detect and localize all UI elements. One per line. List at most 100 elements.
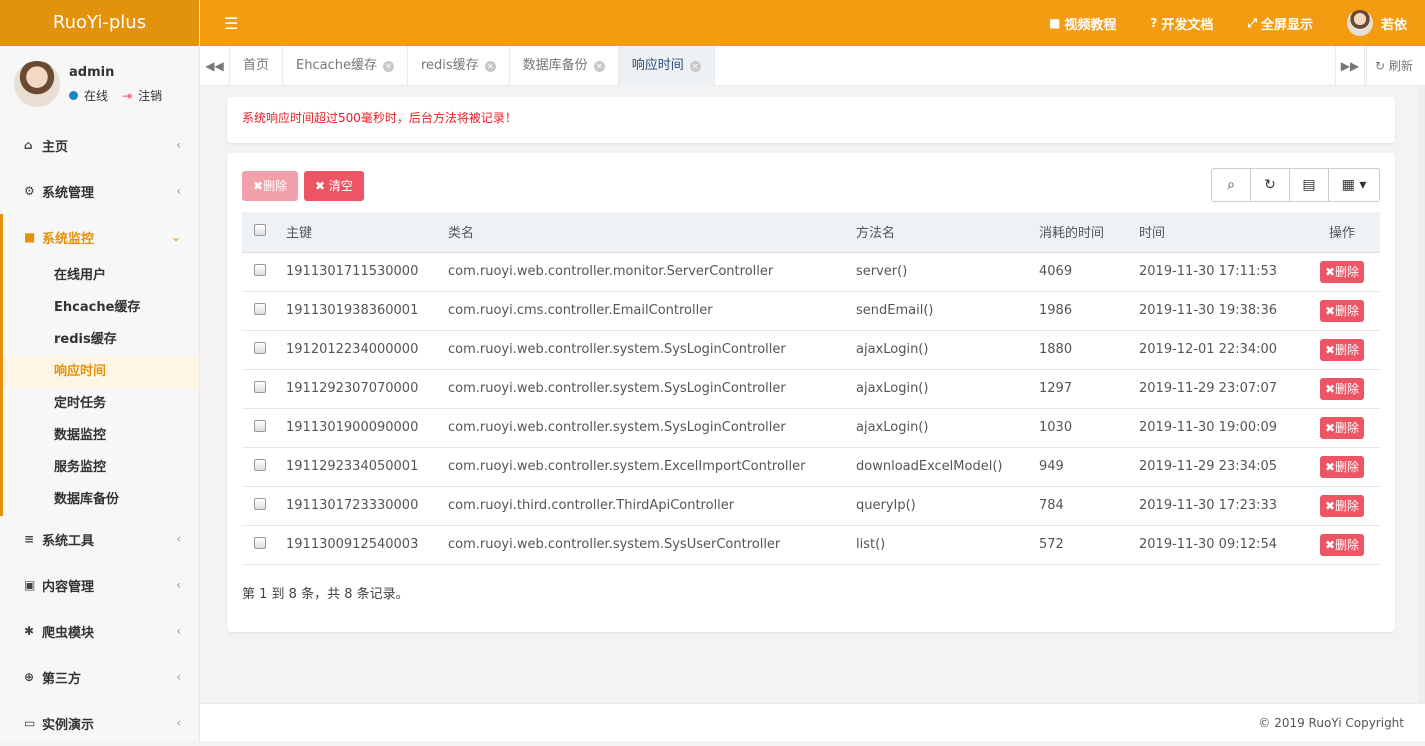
row-checkbox[interactable] bbox=[254, 341, 266, 354]
logout-link[interactable]: 注销 bbox=[138, 87, 162, 104]
table-cell: 2019-11-30 19:38:36 bbox=[1139, 291, 1304, 331]
close-icon[interactable]: ✕ bbox=[484, 60, 496, 72]
submenu-response-time[interactable]: 响应时间 bbox=[3, 356, 199, 388]
tab-redis[interactable]: redis缓存 ✕ bbox=[408, 46, 510, 86]
button-label: 删除 bbox=[1335, 303, 1360, 318]
row-delete-button[interactable]: ✖删除 bbox=[1319, 377, 1365, 400]
row-checkbox[interactable] bbox=[254, 302, 266, 315]
row-delete-button[interactable]: ✖删除 bbox=[1319, 260, 1365, 283]
row-delete-button[interactable]: ✖删除 bbox=[1319, 338, 1365, 361]
row-checkbox[interactable] bbox=[254, 497, 266, 510]
col-header: 操作 bbox=[1304, 212, 1380, 253]
table-row[interactable]: 1911292307070000 com.ruoyi.web.controller… bbox=[242, 369, 1380, 409]
idcard-icon: ▣ bbox=[24, 578, 36, 592]
user-menu[interactable]: 若依 bbox=[1346, 10, 1407, 36]
video-tutorial-link[interactable]: ■ 视频教程 bbox=[1049, 14, 1116, 33]
sidebar-item-thirdparty[interactable]: ⊕ 第三方 ‹ bbox=[0, 654, 199, 700]
row-checkbox[interactable] bbox=[254, 536, 266, 549]
table-cell: 949 bbox=[1039, 447, 1139, 487]
sidebar-item-label: 系统工具 bbox=[42, 533, 95, 549]
submenu-scheduled-tasks[interactable]: 定时任务 bbox=[3, 388, 199, 420]
logout-icon[interactable]: ⇥ bbox=[122, 89, 132, 103]
list-icon[interactable]: ▤ bbox=[1290, 169, 1329, 201]
table-cell: 1912012234000000 bbox=[286, 330, 448, 370]
row-checkbox[interactable] bbox=[254, 263, 266, 276]
row-delete-button[interactable]: ✖删除 bbox=[1319, 299, 1365, 322]
clear-button[interactable]: ✖ 清空 bbox=[304, 171, 364, 201]
row-delete-button[interactable]: ✖删除 bbox=[1319, 494, 1365, 517]
close-icon: ✖ bbox=[1324, 537, 1336, 552]
row-delete-button[interactable]: ✖删除 bbox=[1319, 533, 1365, 556]
close-icon: ✖ bbox=[1324, 342, 1336, 357]
tab-response-time[interactable]: 响应时间 ✕ bbox=[618, 46, 715, 86]
link-label: 开发文档 bbox=[1161, 17, 1214, 33]
tabs-scroll-right-icon[interactable]: ▶▶ bbox=[1335, 46, 1365, 86]
col-header[interactable]: 消耗的时间 bbox=[1039, 212, 1139, 253]
table-cell: 2019-11-29 23:34:05 bbox=[1139, 447, 1304, 487]
table-cell: 2019-11-30 17:11:53 bbox=[1139, 252, 1304, 292]
sidebar-item-home[interactable]: ⌂ 主页 ‹ bbox=[0, 122, 199, 168]
close-icon[interactable]: ✕ bbox=[593, 60, 605, 72]
table-row[interactable]: 1911301900090000 com.ruoyi.web.controller… bbox=[242, 408, 1380, 448]
fullscreen-link[interactable]: ⤢ 全屏显示 bbox=[1247, 14, 1313, 33]
sidebar-item-demo[interactable]: ▭ 实例演示 ‹ bbox=[0, 700, 199, 746]
table-row[interactable]: 1911301723330000 com.ruoyi.third.controll… bbox=[242, 486, 1380, 526]
table-row[interactable]: 1911301938360001 com.ruoyi.cms.controller… bbox=[242, 291, 1380, 331]
close-icon[interactable]: ✕ bbox=[689, 60, 701, 72]
table-row[interactable]: 1912012234000000 com.ruoyi.web.controller… bbox=[242, 330, 1380, 370]
table-cell: 1986 bbox=[1039, 291, 1139, 331]
search-icon[interactable]: ⌕ bbox=[1212, 169, 1251, 201]
scrollbar[interactable] bbox=[1418, 86, 1425, 703]
row-delete-button[interactable]: ✖删除 bbox=[1319, 455, 1365, 478]
sidebar-item-tools[interactable]: ≡ 系统工具 ‹ bbox=[0, 516, 199, 562]
table-cell: sendEmail() bbox=[856, 291, 1039, 331]
submenu-online-users[interactable]: 在线用户 bbox=[3, 260, 199, 292]
close-icon[interactable]: ✕ bbox=[382, 60, 394, 72]
link-label: 视频教程 bbox=[1064, 17, 1117, 33]
refresh-icon[interactable]: ↻ bbox=[1251, 169, 1290, 201]
row-delete-button[interactable]: ✖删除 bbox=[1319, 416, 1365, 439]
table-cell: com.ruoyi.web.controller.system.SysLogin… bbox=[448, 330, 856, 370]
button-label: 删除 bbox=[263, 179, 288, 193]
sidebar-item-content[interactable]: ▣ 内容管理 ‹ bbox=[0, 562, 199, 608]
col-header[interactable]: 主键 bbox=[286, 212, 448, 253]
online-status: 在线 bbox=[84, 89, 109, 103]
table-row[interactable]: 1911300912540003 com.ruoyi.web.controller… bbox=[242, 525, 1380, 565]
dev-docs-link[interactable]: ? 开发文档 bbox=[1150, 14, 1213, 33]
close-icon: ✖ bbox=[253, 179, 264, 193]
tab-ehcache[interactable]: Ehcache缓存 ✕ bbox=[283, 46, 408, 86]
app-logo[interactable]: RuoYi-plus bbox=[0, 0, 199, 46]
submenu-ehcache[interactable]: Ehcache缓存 bbox=[3, 292, 199, 324]
sidebar-item-monitor[interactable]: ■ 系统监控 ⌄ bbox=[0, 214, 199, 260]
tab-home[interactable]: 首页 bbox=[230, 46, 284, 86]
select-all-checkbox[interactable] bbox=[254, 223, 266, 236]
bars-icon[interactable]: ☰ bbox=[224, 14, 238, 33]
submenu-data-monitor[interactable]: 数据监控 bbox=[3, 420, 199, 452]
row-checkbox[interactable] bbox=[254, 419, 266, 432]
submenu-redis[interactable]: redis缓存 bbox=[3, 324, 199, 356]
bars-icon: ≡ bbox=[24, 532, 35, 546]
table-cell: com.ruoyi.web.controller.system.ExcelImp… bbox=[448, 447, 856, 487]
col-header[interactable]: 时间 bbox=[1139, 212, 1304, 253]
sidebar-item-crawler[interactable]: ✱ 爬虫模块 ‹ bbox=[0, 608, 199, 654]
fullscreen-icon: ⤢ bbox=[1247, 15, 1257, 30]
table-cell: 1911301938360001 bbox=[286, 291, 448, 331]
user-name: admin bbox=[69, 65, 115, 80]
col-header[interactable]: 类名 bbox=[448, 212, 856, 253]
avatar[interactable] bbox=[14, 61, 60, 107]
tabs-scroll-left-icon[interactable]: ◀◀ bbox=[200, 46, 230, 86]
row-checkbox[interactable] bbox=[254, 380, 266, 393]
sidebar-item-system[interactable]: ⚙ 系统管理 ‹ bbox=[0, 168, 199, 214]
button-label: 删除 bbox=[1335, 264, 1360, 279]
table-row[interactable]: 1911301711530000 com.ruoyi.web.controller… bbox=[242, 252, 1380, 292]
table-cell: com.ruoyi.web.controller.monitor.ServerC… bbox=[448, 252, 856, 292]
submenu-db-backup[interactable]: 数据库备份 bbox=[3, 484, 199, 516]
row-checkbox[interactable] bbox=[254, 458, 266, 471]
table-row[interactable]: 1911292334050001 com.ruoyi.web.controller… bbox=[242, 447, 1380, 487]
col-header[interactable]: 方法名 bbox=[856, 212, 1039, 253]
submenu-server-monitor[interactable]: 服务监控 bbox=[3, 452, 199, 484]
delete-button[interactable]: ✖删除 bbox=[242, 171, 299, 201]
refresh-tab-button[interactable]: ↻ 刷新 bbox=[1366, 46, 1425, 86]
tab-db-backup[interactable]: 数据库备份 ✕ bbox=[510, 46, 619, 86]
columns-icon[interactable]: ▦ ▾ bbox=[1329, 169, 1379, 201]
